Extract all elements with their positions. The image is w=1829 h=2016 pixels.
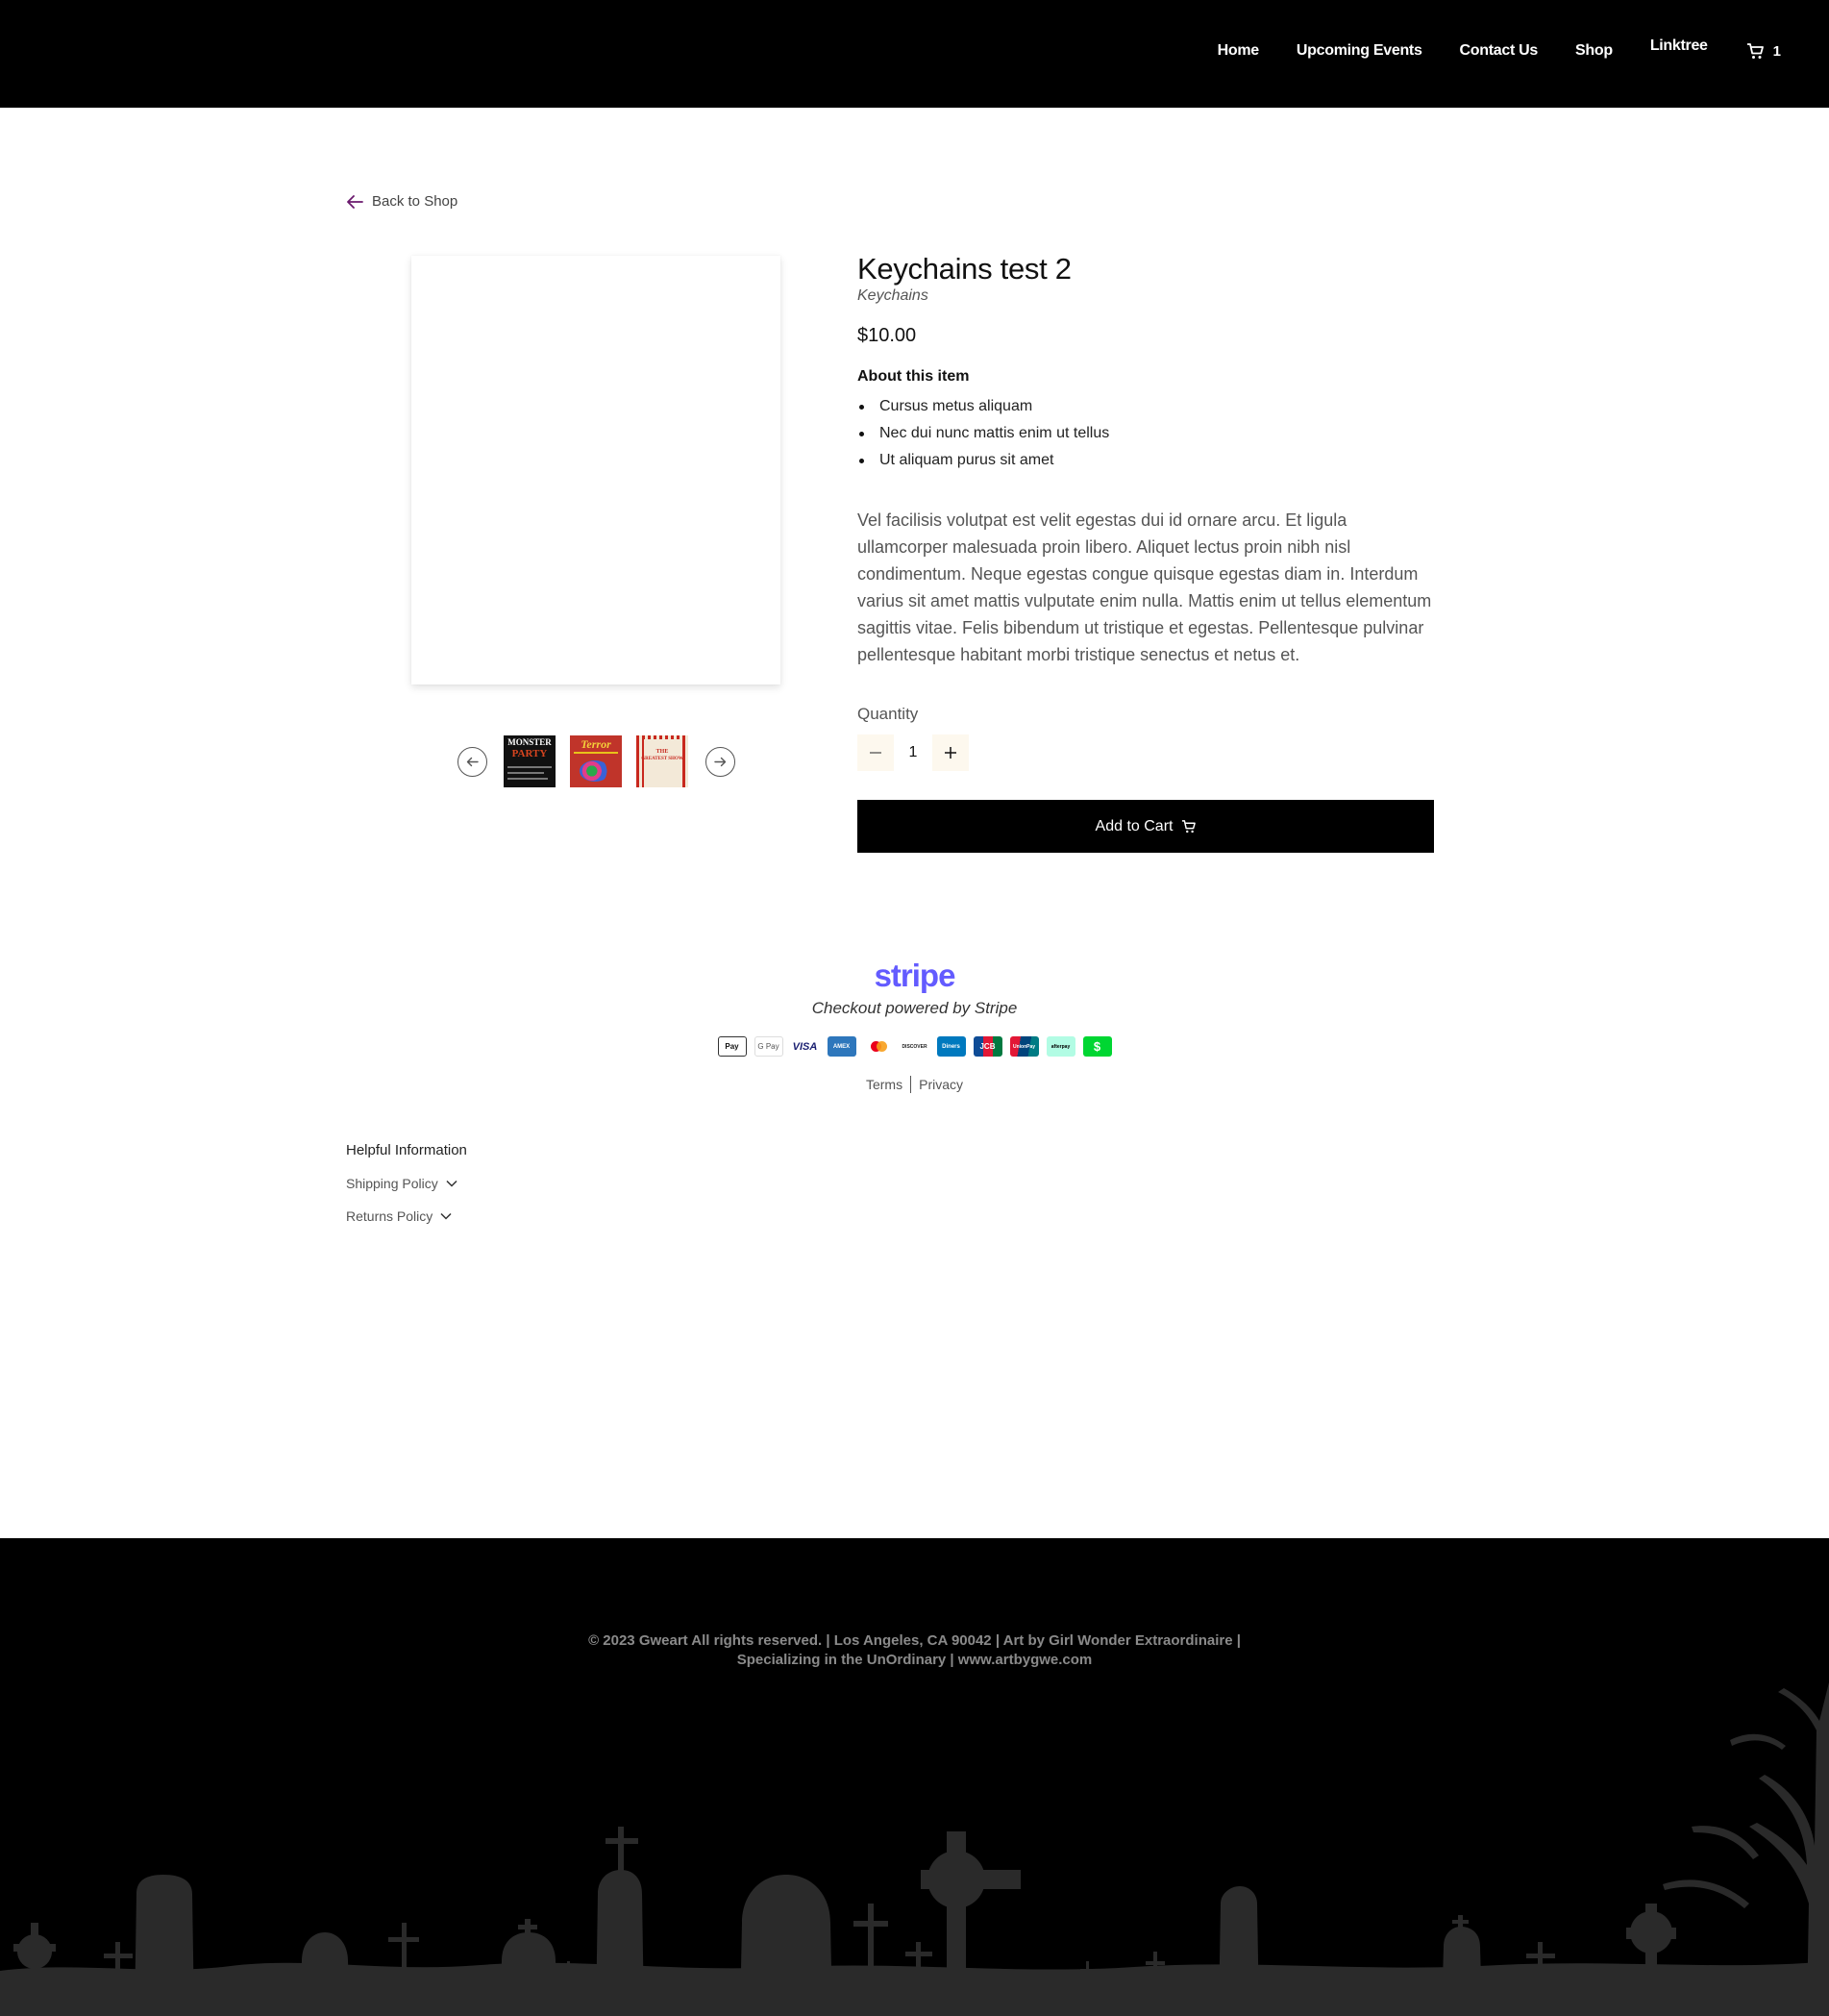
cart-icon [1746,42,1764,59]
product-title: Keychains test 2 [857,252,1072,286]
product-price: $10.00 [857,325,917,346]
footer-copyright: © 2023 Gweart All rights reserved. | Los… [0,1631,1829,1670]
shipping-policy-label: Shipping Policy [346,1176,438,1191]
returns-policy-toggle[interactable]: Returns Policy [346,1208,467,1224]
helpful-information-heading: Helpful Information [346,1142,467,1158]
nav-upcoming-events-link[interactable]: Upcoming Events [1297,42,1422,60]
quantity-label: Quantity [857,705,919,723]
thumbnail-1-text-lines [507,778,548,780]
about-item-bullet: Ut aliquam purus sit amet [857,447,1434,474]
google-pay-icon: G Pay [754,1036,783,1057]
thumbnail-3[interactable]: THE GREATEST SHOW [636,735,688,787]
carousel-next-button[interactable] [705,747,735,777]
arrow-left-icon [466,757,479,767]
amex-icon: AMEX [827,1036,856,1057]
add-to-cart-button[interactable]: Add to Cart [857,800,1434,853]
quantity-stepper: 1 [857,734,1434,771]
arrow-left-icon [347,194,363,209]
payment-methods: Pay G Pay VISA AMEX mastercard DISCOVER … [0,1036,1829,1057]
product-category: Keychains [857,287,928,304]
site-header: Home Upcoming Events Contact Us Shop Lin… [0,0,1829,108]
stripe-logo: stripe [874,958,956,993]
main-nav: Home Upcoming Events Contact Us Shop Lin… [1180,37,1781,60]
thumbnail-2[interactable]: Terror [570,735,622,787]
cart-button[interactable]: 1 [1746,43,1781,60]
stripe-legal-links: Terms Privacy [0,1076,1829,1093]
footer-copyright-line-1: © 2023 Gweart All rights reserved. | Los… [588,1632,1241,1649]
thumbnail-3-subtitle: GREATEST SHOW [641,757,683,761]
visa-icon: VISA [790,1036,820,1057]
chevron-down-icon [440,1212,452,1220]
stripe-checkout-info: stripe Checkout powered by Stripe Pay G … [0,958,1829,1093]
chevron-down-icon [446,1180,457,1187]
back-to-shop-link[interactable]: Back to Shop [347,193,457,210]
stripe-subtitle: Checkout powered by Stripe [811,999,1018,1017]
cash-app-icon: $ [1082,1036,1112,1057]
arrow-right-icon [714,757,727,767]
legal-divider [910,1076,912,1093]
helpful-information: Helpful Information Shipping Policy Retu… [346,1142,467,1224]
about-item-bullet: Cursus metus aliquam [857,393,1434,420]
about-item-list: Cursus metus aliquam Nec dui nunc mattis… [857,393,1434,474]
afterpay-icon: afterpay [1046,1036,1075,1057]
nav-contact-us-link[interactable]: Contact Us [1460,42,1539,60]
thumbnail-1-subtitle: PARTY [511,748,548,759]
shipping-policy-toggle[interactable]: Shipping Policy [346,1176,467,1191]
add-to-cart-label: Add to Cart [1095,817,1174,834]
quantity-increase-button[interactable] [932,734,969,771]
cart-count: 1 [1772,42,1781,60]
quantity-decrease-button[interactable] [857,734,894,771]
returns-policy-label: Returns Policy [346,1208,433,1224]
back-to-shop-label: Back to Shop [372,193,458,210]
footer-copyright-line-2: Specializing in the UnOrdinary | www.art… [736,1652,1093,1668]
product-main-image [411,256,780,684]
carousel-prev-button[interactable] [457,747,487,777]
graveyard-silhouette [0,1682,1829,2016]
cart-icon [1182,819,1197,833]
mastercard-orange-circle [876,1041,887,1052]
about-item-heading: About this item [857,368,970,385]
thumbnail-1-text-lines [507,766,552,768]
thumbnail-1[interactable]: MONSTER PARTY [504,735,556,787]
thumbnail-3-panel [644,739,680,787]
product-info: Keychains test 2 Keychains $10.00 About … [857,252,1434,853]
nav-shop-link[interactable]: Shop [1575,42,1613,60]
mastercard-icon: mastercard [863,1036,893,1057]
quantity-value[interactable]: 1 [894,744,932,761]
minus-icon [870,752,881,754]
thumbnail-2-art [580,760,610,782]
discover-icon: DISCOVER [900,1036,929,1057]
thumbnail-2-title: Terror [581,737,611,751]
nav-home-link[interactable]: Home [1218,42,1260,60]
unionpay-icon: UnionPay [1009,1036,1039,1057]
jcb-icon: JCB [973,1036,1002,1057]
thumbnail-1-title: MONSTER [507,737,552,747]
site-footer: © 2023 Gweart All rights reserved. | Los… [0,1538,1829,2016]
privacy-link[interactable]: Privacy [919,1077,963,1092]
thumbnail-2-text-lines [574,752,618,754]
product-description: Vel facilisis volutpat est velit egestas… [857,510,1432,664]
thumbnail-carousel: MONSTER PARTY Terror THE GREATEST SHOW [457,735,736,787]
about-item-bullet: Nec dui nunc mattis enim ut tellus [857,420,1434,447]
terms-link[interactable]: Terms [866,1077,902,1092]
thumbnail-1-text-lines [507,772,544,774]
diners-club-icon: Diners [936,1036,966,1057]
thumbnail-3-title: THE [655,749,669,755]
plus-icon [945,747,956,759]
apple-pay-icon: Pay [717,1036,747,1057]
nav-linktree-link[interactable]: Linktree [1650,37,1708,55]
